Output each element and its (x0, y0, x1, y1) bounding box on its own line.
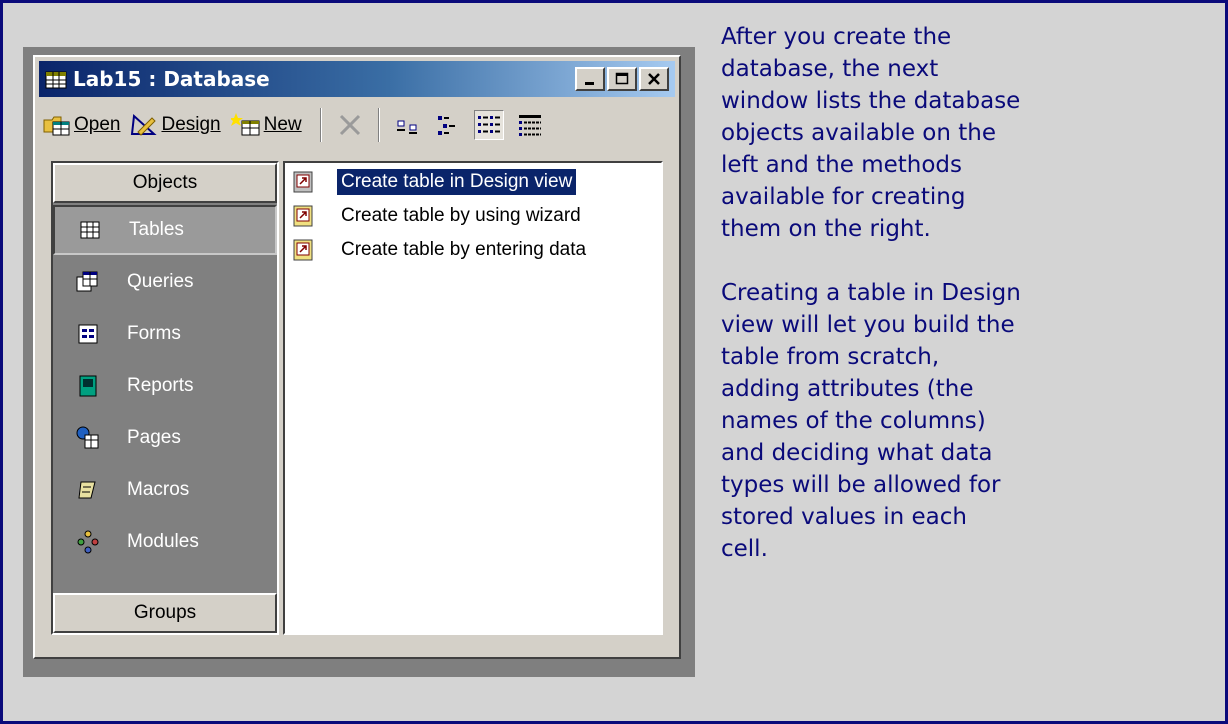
description-paragraph: After you create the database, the next … (721, 24, 1021, 242)
database-icon (45, 71, 67, 89)
close-icon (648, 73, 660, 85)
sidebar-item-queries[interactable]: Queries (53, 257, 277, 307)
shortcut-icon (293, 171, 313, 193)
details-view-button[interactable] (516, 111, 544, 139)
groups-button[interactable]: Groups (53, 593, 277, 633)
list-view-button[interactable] (473, 110, 504, 140)
database-window: Lab15 : Database Open Design New Objects… (33, 55, 681, 659)
close-button[interactable] (639, 67, 669, 91)
sidebar-item-reports[interactable]: Reports (53, 361, 277, 411)
sidebar-item-modules[interactable]: Modules (53, 517, 277, 567)
sidebar-item-label: Macros (127, 479, 190, 500)
sidebar-item-label: Pages (127, 427, 181, 448)
title-bar[interactable]: Lab15 : Database (39, 61, 675, 97)
shortcut-icon (293, 205, 313, 227)
sidebar-item-macros[interactable]: Macros (53, 465, 277, 515)
sidebar-item-label: Tables (129, 219, 184, 240)
maximize-icon (615, 72, 629, 85)
new-button[interactable]: New (230, 112, 302, 138)
form-icon (78, 324, 98, 344)
open-label: Open (74, 114, 121, 135)
module-icon (77, 530, 99, 554)
list-item-label: Create table by entering data (341, 239, 587, 260)
description-paragraph: Creating a table in Design view will let… (721, 280, 1021, 562)
sidebar-item-label: Modules (127, 531, 199, 552)
query-icon (76, 271, 98, 292)
large-icons-button[interactable] (394, 111, 422, 139)
page-icon (76, 426, 99, 449)
shortcut-icon (293, 239, 313, 261)
new-label: New (263, 114, 302, 135)
details-view-icon (518, 115, 541, 136)
minimize-button[interactable] (575, 67, 605, 91)
table-icon (80, 221, 100, 239)
description-panel: After you create the database, the next … (721, 21, 1021, 597)
sidebar-item-label: Forms (127, 323, 181, 344)
list-item[interactable]: Create table in Design view (291, 167, 577, 197)
new-icon (230, 113, 260, 136)
open-button[interactable]: Open (43, 112, 120, 138)
list-item-label: Create table in Design view (337, 169, 577, 195)
objects-bar: Objects Tables Queries Forms Reports Pag… (51, 161, 279, 635)
design-icon (131, 113, 158, 136)
toolbar: Open Design New (43, 103, 671, 147)
large-icons-icon (396, 120, 417, 134)
objects-header-label: Objects (132, 172, 198, 193)
page-frame: Lab15 : Database Open Design New Objects… (0, 0, 1228, 724)
list-item[interactable]: Create table by entering data (291, 235, 590, 265)
sidebar-item-forms[interactable]: Forms (53, 309, 277, 359)
sidebar-item-label: Queries (127, 271, 194, 292)
list-item[interactable]: Create table by using wizard (291, 201, 585, 231)
maximize-button[interactable] (607, 67, 637, 91)
window-title: Lab15 : Database (73, 67, 270, 91)
list-view-icon (477, 116, 500, 133)
object-list: Create table in Design view Create table… (283, 161, 663, 635)
toolbar-separator (319, 108, 322, 142)
delete-button[interactable] (336, 111, 364, 139)
small-icons-icon (437, 116, 455, 135)
open-icon (43, 116, 70, 136)
objects-header-button[interactable]: Objects (53, 163, 277, 203)
sidebar-item-label: Reports (127, 375, 194, 396)
toolbar-separator (377, 108, 380, 142)
delete-icon (339, 114, 360, 136)
list-item-label: Create table by using wizard (341, 205, 581, 226)
small-icons-button[interactable] (434, 111, 462, 139)
groups-label: Groups (133, 602, 197, 623)
macro-icon (78, 481, 96, 499)
minimize-icon (585, 82, 594, 85)
design-label: Design (161, 114, 221, 135)
design-button[interactable]: Design (130, 112, 221, 138)
sidebar-item-tables[interactable]: Tables (53, 205, 277, 255)
report-icon (79, 375, 97, 397)
sidebar-item-pages[interactable]: Pages (53, 413, 277, 463)
